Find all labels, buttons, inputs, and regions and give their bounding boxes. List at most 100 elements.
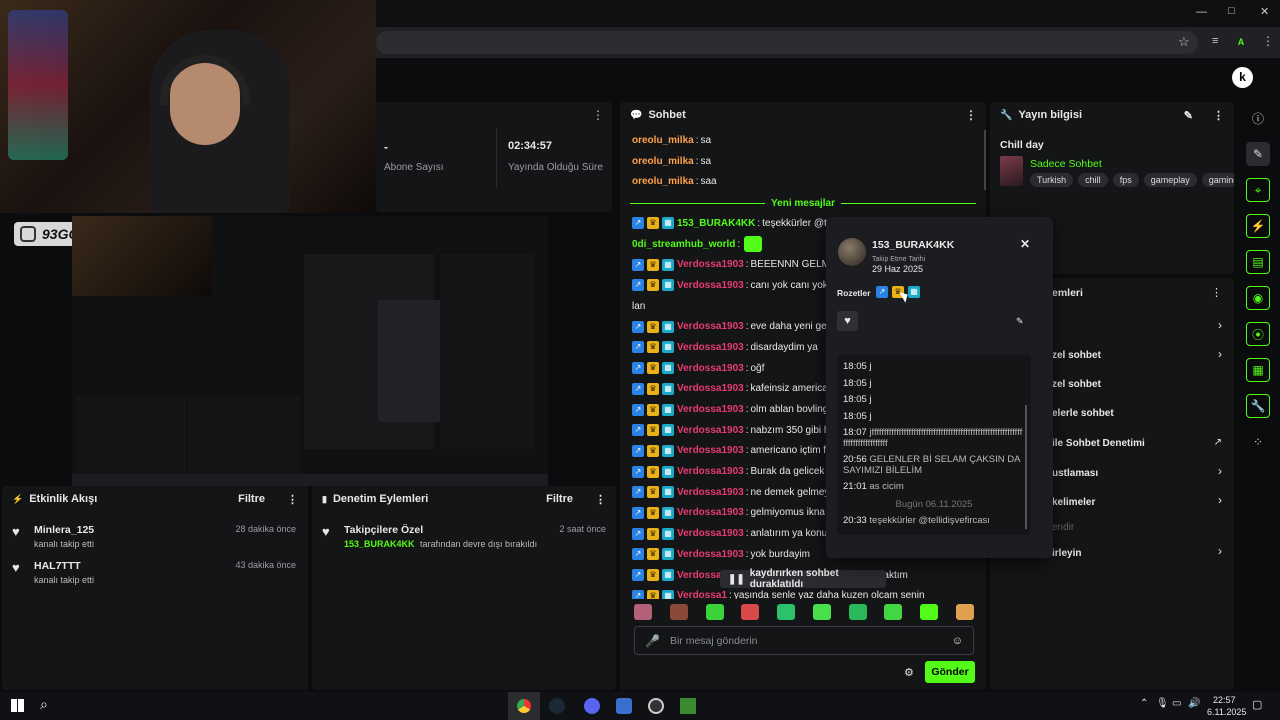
crown-badge-icon[interactable]: ♛ bbox=[647, 569, 659, 582]
crown-badge-icon[interactable]: ♛ bbox=[647, 444, 659, 457]
verified-badge-icon[interactable]: ↗ bbox=[632, 527, 644, 540]
chat-username[interactable]: Verdossa1903 bbox=[677, 383, 744, 394]
address-bar[interactable] bbox=[376, 31, 1198, 54]
verified-badge-icon[interactable]: ↗ bbox=[632, 444, 644, 457]
subscriber-badge-icon[interactable]: ▦ bbox=[662, 424, 674, 437]
subscriber-badge-icon[interactable]: ▦ bbox=[662, 403, 674, 416]
settings-row[interactable]: ustlaması bbox=[1052, 468, 1098, 479]
crown-badge-icon[interactable]: ♛ bbox=[647, 506, 659, 519]
obs-app-icon[interactable] bbox=[648, 698, 664, 714]
tray-chevron-icon[interactable]: ⌃ bbox=[1140, 698, 1148, 709]
network-icon[interactable]: ▭ bbox=[1172, 698, 1181, 709]
chat-paused-banner[interactable]: ❚❚ kaydırırken sohbet duraklatıldı bbox=[720, 568, 886, 590]
chat-username[interactable]: Verdossa1903 bbox=[677, 404, 744, 415]
edit-icon[interactable]: ✎ bbox=[1184, 109, 1193, 122]
chat-username[interactable]: Verdossa1903 bbox=[677, 528, 744, 539]
crown-badge-icon[interactable]: ♛ bbox=[647, 320, 659, 333]
tag[interactable]: chill bbox=[1078, 173, 1108, 187]
chat-username[interactable]: Verdossa1 bbox=[677, 590, 727, 599]
subscriber-badge-icon[interactable]: ▦ bbox=[662, 362, 674, 375]
settings-row-chevron[interactable]: › bbox=[1218, 464, 1222, 478]
add-widget-icon[interactable]: ⁘ bbox=[1246, 430, 1270, 454]
activity-username[interactable]: HAL7TTT bbox=[34, 560, 81, 572]
tag[interactable]: fps bbox=[1112, 173, 1139, 187]
activity-menu-icon[interactable]: ⋮ bbox=[287, 493, 298, 506]
chat-username[interactable]: Verdossa1903 bbox=[677, 549, 744, 560]
chat-username[interactable]: Verdossa1903 bbox=[677, 466, 744, 477]
mod-action-user[interactable]: 153_BURAK4KK bbox=[344, 539, 415, 549]
info-icon[interactable]: ⓘ bbox=[1246, 106, 1270, 130]
crown-badge-icon[interactable]: ♛ bbox=[647, 465, 659, 478]
category-name[interactable]: Sadece Sohbet bbox=[1030, 158, 1102, 170]
chat-username[interactable]: Verdossa1903 bbox=[677, 445, 744, 456]
subscriber-badge-icon[interactable]: ▦ bbox=[662, 382, 674, 395]
discord-app-icon[interactable] bbox=[584, 698, 600, 714]
mod-filter-button[interactable]: Filtre bbox=[546, 493, 573, 505]
verified-badge-icon[interactable]: ↗ bbox=[632, 486, 644, 499]
verified-badge-icon[interactable]: ↗ bbox=[632, 424, 644, 437]
crown-badge-icon[interactable]: ♛ bbox=[647, 217, 659, 230]
crown-badge-icon[interactable]: ♛ bbox=[647, 486, 659, 499]
emote[interactable] bbox=[884, 604, 903, 620]
verified-badge-icon[interactable]: ↗ bbox=[632, 217, 644, 230]
windows-start-icon[interactable] bbox=[11, 699, 24, 712]
chat-menu-icon[interactable]: ⋮ bbox=[965, 108, 977, 122]
subscriber-badge-icon[interactable]: ▦ bbox=[662, 465, 674, 478]
verified-badge-icon[interactable]: ↗ bbox=[632, 465, 644, 478]
chat-username[interactable]: Verdossa1903 bbox=[677, 259, 744, 270]
chat-username[interactable]: Verdossa1903 bbox=[677, 280, 744, 291]
layout-icon[interactable]: ▦ bbox=[1246, 358, 1270, 382]
emote[interactable] bbox=[920, 604, 939, 620]
document-icon[interactable]: ▤ bbox=[1246, 250, 1270, 274]
window-maximize-button[interactable]: □ bbox=[1228, 5, 1242, 17]
verified-badge-icon[interactable]: ↗ bbox=[632, 589, 644, 599]
notification-icon[interactable]: ▢ bbox=[1252, 698, 1262, 711]
profile-avatar[interactable]: A bbox=[1233, 34, 1249, 50]
verified-badge-icon[interactable]: ↗ bbox=[876, 286, 888, 298]
volume-icon[interactable]: 🔊 bbox=[1188, 698, 1200, 709]
settings-row[interactable]: ile Sohbet Denetimi bbox=[1052, 438, 1145, 449]
user-card-username[interactable]: 153_BURAK4KK bbox=[872, 239, 954, 251]
emote[interactable] bbox=[777, 604, 796, 620]
verified-badge-icon[interactable]: ↗ bbox=[632, 382, 644, 395]
settings-row-chevron[interactable]: › bbox=[1218, 493, 1222, 507]
clock-time[interactable]: 22:57 bbox=[1213, 695, 1236, 705]
subscriber-badge-icon[interactable]: ▦ bbox=[662, 320, 674, 333]
emote[interactable] bbox=[741, 604, 760, 620]
emote[interactable] bbox=[634, 604, 652, 620]
chat-username[interactable]: Verdossa1903 bbox=[677, 507, 744, 518]
subscriber-badge-icon[interactable]: ▦ bbox=[662, 589, 674, 599]
subscriber-badge-icon[interactable]: ▦ bbox=[662, 548, 674, 561]
chat-username[interactable]: 153_BURAK4KK bbox=[677, 218, 755, 229]
wrench-tool-icon[interactable]: 🔧 bbox=[1246, 394, 1270, 418]
emote[interactable] bbox=[812, 604, 831, 620]
chat-scrollbar[interactable] bbox=[984, 130, 986, 190]
verified-badge-icon[interactable]: ↗ bbox=[632, 341, 644, 354]
chat-username[interactable]: Verdossa1903 bbox=[677, 342, 744, 353]
clock-date[interactable]: 6.11.2025 bbox=[1207, 707, 1246, 717]
verified-badge-icon[interactable]: ↗ bbox=[632, 569, 644, 582]
settings-row[interactable]: kelimeler bbox=[1052, 497, 1095, 508]
chat-settings-icon[interactable]: ⚙ bbox=[904, 666, 914, 679]
lightning-icon[interactable]: ⚡ bbox=[1246, 214, 1270, 238]
emote[interactable] bbox=[955, 604, 974, 620]
crown-badge-icon[interactable]: ♛ bbox=[647, 424, 659, 437]
tag[interactable]: Turkish bbox=[1030, 173, 1074, 187]
close-icon[interactable]: ✕ bbox=[1020, 237, 1030, 251]
subscriber-badge-icon[interactable]: ▦ bbox=[662, 506, 674, 519]
chat-username[interactable]: oreolu_milka bbox=[632, 176, 694, 187]
chat-emote[interactable] bbox=[744, 236, 763, 253]
crown-badge-icon[interactable]: ♛ bbox=[647, 589, 659, 599]
pen-icon[interactable]: ✎ bbox=[1246, 142, 1270, 166]
subscriber-badge-icon[interactable]: ▦ bbox=[908, 286, 920, 298]
history-scrollbar[interactable] bbox=[1025, 405, 1027, 529]
mod-menu-icon[interactable]: ⋮ bbox=[595, 493, 606, 506]
activity-username[interactable]: Minlera_125 bbox=[34, 524, 94, 536]
chat-bubble-icon[interactable]: ◉ bbox=[1246, 286, 1270, 310]
chat-settings-menu-icon[interactable]: ⋮ bbox=[1211, 286, 1222, 299]
verified-badge-icon[interactable]: ↗ bbox=[632, 279, 644, 292]
subscriber-badge-icon[interactable]: ▦ bbox=[662, 444, 674, 457]
subscriber-badge-icon[interactable]: ▦ bbox=[662, 258, 674, 271]
settings-row[interactable]: irleyin bbox=[1052, 548, 1081, 559]
category-thumbnail[interactable] bbox=[1000, 156, 1023, 186]
